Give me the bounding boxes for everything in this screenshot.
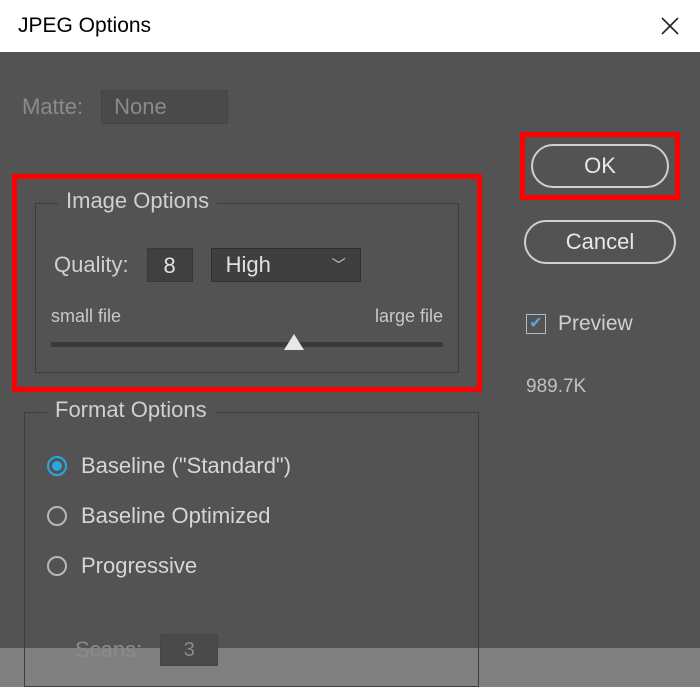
radio-icon [47, 556, 67, 576]
preview-checkbox[interactable]: ✔ [526, 314, 546, 334]
image-options-legend: Image Options [58, 188, 217, 214]
filesize-text: 989.7K [526, 376, 680, 398]
quality-preset-dropdown[interactable]: High ﹀ [211, 248, 361, 282]
radio-baseline-optimized[interactable]: Baseline Optimized [47, 503, 291, 529]
format-radio-group: Baseline ("Standard") Baseline Optimized… [47, 453, 291, 579]
quality-slider[interactable] [51, 342, 443, 347]
ok-button[interactable]: OK [531, 144, 669, 188]
ok-button-highlight: OK [520, 132, 680, 200]
matte-value: None [114, 94, 167, 119]
scans-dropdown: 3 [160, 634, 218, 666]
radio-icon [47, 456, 67, 476]
check-icon: ✔ [529, 316, 542, 332]
scans-row: Scans: 3 [75, 634, 218, 666]
radio-label: Baseline Optimized [81, 503, 271, 529]
close-icon [661, 17, 679, 35]
matte-dropdown: None [101, 90, 228, 124]
image-options-highlight: Image Options Quality: 8 High ﹀ small fi… [12, 174, 482, 392]
right-column: OK Cancel ✔ Preview 989.7K [520, 132, 680, 398]
matte-label: Matte: [22, 94, 83, 120]
scans-label: Scans: [75, 637, 142, 663]
close-button[interactable] [640, 0, 700, 52]
quality-row: Quality: 8 High ﹀ [54, 248, 361, 282]
slider-min-label: small file [51, 306, 121, 327]
quality-label: Quality: [54, 252, 129, 278]
chevron-down-icon: ﹀ [332, 251, 346, 279]
quality-input[interactable]: 8 [147, 248, 193, 282]
image-options-group: Image Options Quality: 8 High ﹀ small fi… [35, 203, 459, 373]
format-options-group: Format Options Baseline ("Standard") Bas… [24, 412, 479, 687]
radio-progressive[interactable]: Progressive [47, 553, 291, 579]
scans-value: 3 [184, 639, 195, 662]
preview-label: Preview [558, 312, 633, 336]
dialog-title: JPEG Options [18, 14, 151, 38]
cancel-button[interactable]: Cancel [524, 220, 676, 264]
dialog-body: Matte: None Image Options Quality: 8 Hig… [0, 52, 700, 648]
quality-preset-value: High [226, 251, 271, 279]
radio-icon [47, 506, 67, 526]
titlebar: JPEG Options [0, 0, 700, 52]
matte-row: Matte: None [22, 90, 228, 124]
preview-row[interactable]: ✔ Preview [526, 312, 680, 336]
radio-label: Baseline ("Standard") [81, 453, 291, 479]
jpeg-options-dialog: JPEG Options Matte: None Image Options Q… [0, 0, 700, 648]
radio-baseline-standard[interactable]: Baseline ("Standard") [47, 453, 291, 479]
slider-thumb[interactable] [284, 334, 304, 350]
format-options-legend: Format Options [47, 397, 215, 423]
slider-max-label: large file [375, 306, 443, 327]
radio-label: Progressive [81, 553, 197, 579]
slider-labels: small file large file [51, 306, 443, 327]
